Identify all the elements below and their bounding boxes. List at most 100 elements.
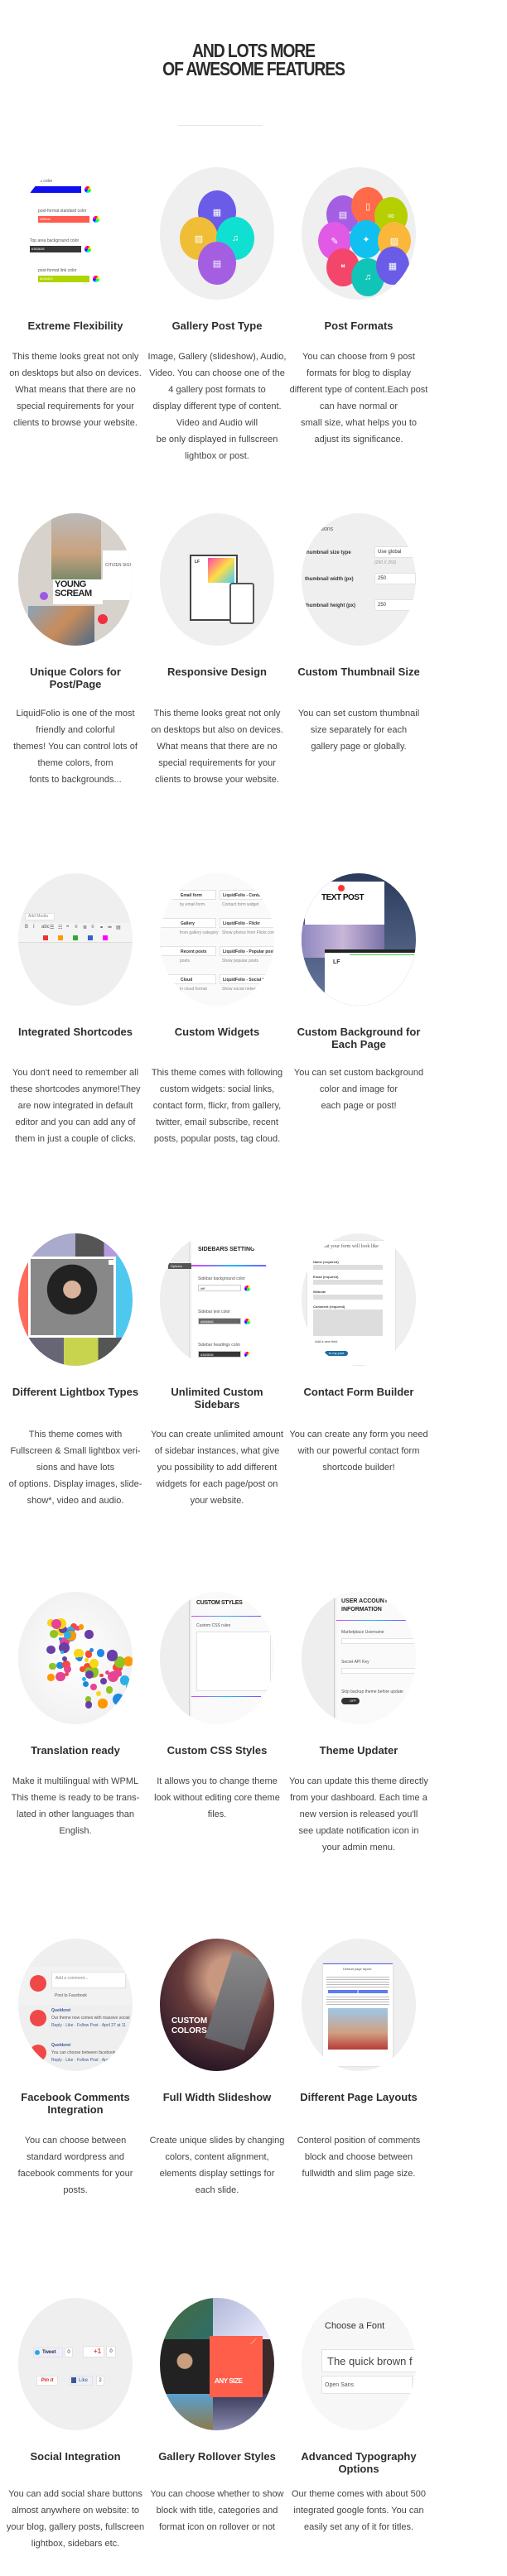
color-field[interactable]: #363636 [198, 1351, 241, 1358]
form-field[interactable] [313, 1280, 383, 1285]
feature-illustration: what your form will look like Name (requi… [302, 1233, 416, 1366]
font-select[interactable]: Open Sans [321, 2376, 413, 2394]
field-label: Email (required) [313, 1275, 339, 1279]
headline: SCREAM [55, 589, 92, 598]
feature-illustration: ANY SIZE [160, 2298, 274, 2430]
feature-description-line: You don't need to remember all [12, 1068, 139, 1078]
widget-item[interactable]: Email form [160, 890, 216, 900]
field-label: thumbnail width (px) [305, 577, 354, 582]
tile [160, 2394, 213, 2430]
thumbnail-field[interactable]: 250 [374, 599, 416, 611]
feature-description-line: different type of content.Each post [289, 385, 428, 395]
thumbnail-field[interactable]: Use global [374, 546, 416, 558]
feature-title-line: Different Lightbox Types [12, 1386, 139, 1398]
field-label: Sidebar headings color [198, 1343, 241, 1348]
color-field[interactable]: #fff [198, 1285, 241, 1291]
feature-description-line: colors, content alignment, [165, 2152, 269, 2162]
font-label: Choose a Font [325, 2321, 385, 2331]
color-label: post-format standard color [38, 209, 87, 214]
css-textarea[interactable] [196, 1632, 271, 1691]
post-to-facebook-checkbox: Post to Facebook [55, 1993, 87, 1998]
feature-title-line: Advanced Typography [301, 2450, 417, 2463]
color-wheel-icon [84, 246, 91, 252]
field-label: thumbnail height (px) [305, 603, 355, 608]
feature-description-line: You can choose from 9 post [302, 352, 415, 362]
form-field[interactable] [313, 1310, 383, 1336]
feature-description-line: clients to browse your website. [155, 775, 279, 785]
color-wheel-icon [93, 276, 99, 282]
feature-description-line: This theme comes with [28, 1430, 123, 1439]
widget-item[interactable]: LiquidFolio - Contact [220, 890, 274, 900]
feature-illustration: CUSTOM STYLES Custom CSS rules [160, 1592, 274, 1724]
panel-header: SIDEBARS SETTINGS [198, 1247, 259, 1252]
feature-title-line: Post Formats [324, 320, 394, 332]
dot [105, 1686, 113, 1694]
feature-description-line: LiquidFolio is one of the most [16, 709, 135, 718]
feature-description-line: look without editing core theme [154, 1793, 280, 1803]
field-label: Sidebar background color [198, 1276, 245, 1281]
pin-it-button[interactable]: Pin it [36, 2376, 58, 2386]
feature-title: Custom CSS Styles [138, 1744, 297, 1757]
feature-title-line: Custom CSS Styles [167, 1744, 268, 1757]
widget-desc: Show photos from Flickr.com [222, 930, 274, 935]
toolbar-icon [103, 935, 108, 940]
form-field[interactable] [313, 1295, 383, 1300]
widget-item[interactable]: Recent posts [160, 946, 216, 956]
badge [98, 614, 108, 624]
insert-button[interactable]: to my post [325, 1351, 348, 1356]
feature-title-line: Full Width Slideshow [162, 2091, 272, 2103]
feature-description: Image, Gallery (slideshow), Audio, Video.… [136, 348, 298, 464]
feature-description: You can set custom thumbnail size separat… [278, 705, 440, 755]
form-field[interactable] [313, 1265, 383, 1270]
feature-description-line: Image, Gallery (slideshow), Audio, [147, 352, 287, 362]
feature-illustration: Options SIDEBARS SETTINGS Sidebar backgrou… [160, 1233, 274, 1366]
video-icon: ▦ [376, 247, 409, 285]
accent-line [191, 1265, 274, 1266]
feature-description-line: are now integrated in default [17, 1101, 133, 1111]
feature-description-line: on desktops but also on devices. [9, 368, 142, 378]
widget-item[interactable]: LiquidFolio - Flickr [220, 918, 274, 928]
feature-description-line: lightbox, sidebars etc. [31, 2539, 120, 2549]
feature-illustration: YOUNGSCREAMCITIZEN SIGHTING [18, 513, 133, 646]
feature-description-line: This theme is ready to be trans- [11, 1793, 140, 1803]
feature-title-line: Different Page Layouts [300, 2091, 418, 2103]
add-media-button[interactable]: Add Media [25, 913, 55, 920]
feature-description: This theme comes with following custom wi… [136, 1065, 298, 1147]
widget-item[interactable]: Cloud [160, 974, 216, 984]
toolbar-button: ⚭ [99, 925, 104, 930]
heading-line-2: OF AWESOME FEATURES [162, 58, 345, 79]
backup-toggle[interactable]: OFF [341, 1698, 360, 1704]
dot [77, 1656, 82, 1662]
dot [99, 1677, 108, 1685]
widget-item[interactable]: LiquidFolio - Popular posts [220, 946, 274, 956]
comment-author: Queldorei [51, 2043, 71, 2048]
updater-field[interactable] [341, 1638, 416, 1644]
feature-description-line: these shortcodes anymore!They [10, 1084, 141, 1094]
feature-illustration: ▦ ▨ ♫ ▤ [160, 167, 274, 300]
feature-title-line: Extreme Flexibility [27, 320, 123, 332]
thumbnail-field[interactable]: 250 [374, 573, 416, 584]
feature-description-line: be only displayed in fullscreen [156, 435, 278, 445]
feature-illustration: Options thumbnail size type Use global (250… [302, 513, 416, 646]
feature-title: Unlimited Custom Sidebars [138, 1386, 297, 1411]
comment-actions: Reply · Like · Follow Post · April [51, 2058, 110, 2063]
feature-description-line: on desktops but also on devices. [151, 725, 283, 735]
feature-description-line: your blog, gallery posts, fullscreen [6, 2522, 145, 2532]
updater-field[interactable] [341, 1668, 416, 1674]
widget-item[interactable]: Gallery [160, 918, 216, 928]
feature-description-line: It allows you to change theme [157, 1776, 278, 1786]
feature-description-line: your admin menu. [321, 1843, 396, 1853]
widget-item[interactable]: LiquidFolio - Social Links [220, 974, 274, 984]
feature-description-line: formats for blog to display [307, 368, 411, 378]
color-swatch-bar[interactable] [30, 186, 81, 193]
feature-description: You don't need to remember all these shor… [0, 1065, 157, 1147]
color-swatch-bar[interactable]: #b0d400 [38, 276, 89, 282]
color-swatch-bar[interactable]: #363636 [30, 246, 81, 252]
field-label: Comment (required) [313, 1305, 345, 1309]
color-field[interactable]: #666666 [198, 1318, 241, 1324]
section-heading: AND LOTS MORE OF AWESOME FEATURES [0, 41, 507, 79]
accent-line [336, 1620, 406, 1621]
feature-description-line: clients to browse your website. [13, 418, 138, 428]
color-swatch-bar[interactable]: #ff5b4e [38, 216, 89, 223]
comment-input[interactable]: Add a comment... [51, 1972, 126, 1988]
